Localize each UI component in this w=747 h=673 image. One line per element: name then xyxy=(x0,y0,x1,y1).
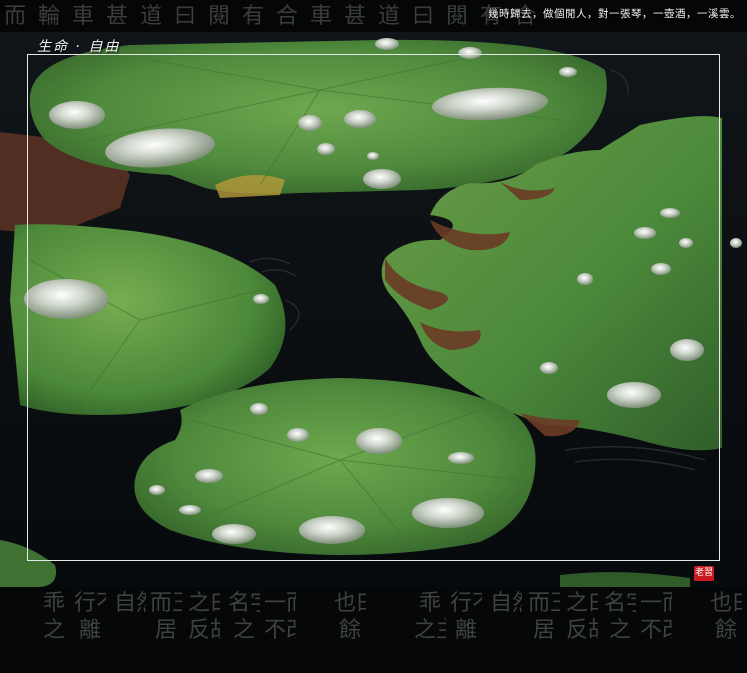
calligraphy-column: 自然 xyxy=(114,591,146,616)
calligraphy-column: 名字 之 xyxy=(228,591,260,643)
calligraphy-column: 乖 之 xyxy=(42,591,65,643)
poster-title: 生命 · 自由 xyxy=(37,39,121,55)
droplet xyxy=(298,115,322,131)
droplet xyxy=(299,516,365,544)
droplet xyxy=(540,362,558,374)
calligraphy-column: 而王 居 xyxy=(150,591,182,643)
droplet xyxy=(412,498,484,528)
droplet xyxy=(49,101,105,129)
droplet xyxy=(607,382,661,408)
droplet xyxy=(367,152,379,160)
calligraphy-column: 一而 不改 xyxy=(264,591,296,643)
calligraphy-column: 之曰 反故 xyxy=(188,591,220,643)
droplet xyxy=(212,524,256,544)
droplet xyxy=(730,238,742,248)
droplet xyxy=(559,67,577,77)
lotus-pond-scene xyxy=(0,32,747,673)
droplet xyxy=(195,469,223,483)
calligraphy-column: 也曰 餘 xyxy=(334,591,366,643)
red-seal-stamp: 老習 xyxy=(694,566,714,581)
droplet xyxy=(363,169,401,189)
droplet xyxy=(179,505,201,515)
droplet xyxy=(375,38,399,50)
droplet xyxy=(344,110,376,128)
poem-caption: 幾時歸去，做個閒人，對一張琴，一壺酒，一溪雲。 xyxy=(488,8,741,20)
calligraphy-column: 而王 居 xyxy=(528,591,560,643)
droplet xyxy=(253,294,269,304)
droplet xyxy=(458,47,482,59)
photo-poster: 而輪車甚道曰閱有合車甚道曰閱有合 乖 之 行 離 自 而 居 之 反 名 之 一… xyxy=(0,0,747,673)
calligraphy-column: 乖 之主 xyxy=(414,591,446,643)
droplet xyxy=(670,339,704,361)
droplet xyxy=(577,273,593,285)
calligraphy-column: 之曰 反故 xyxy=(566,591,598,643)
droplet xyxy=(24,279,108,319)
droplet xyxy=(149,485,165,495)
droplet xyxy=(679,238,693,248)
calligraphy-column: 行不 離 xyxy=(450,591,482,643)
droplet xyxy=(317,143,335,155)
droplet xyxy=(634,227,656,239)
calligraphy-column: 也曰 餘 xyxy=(710,591,742,643)
calligraphy-column: 一而 不改 xyxy=(640,591,672,643)
calligraphy-column: 行不 離 xyxy=(74,591,106,643)
droplet xyxy=(356,428,402,454)
droplet xyxy=(448,452,474,464)
droplet xyxy=(660,208,680,218)
calligraphy-column: 名字 之 xyxy=(604,591,636,643)
droplet xyxy=(287,428,309,442)
droplet xyxy=(250,403,268,415)
droplet xyxy=(651,263,671,275)
calligraphy-column: 自然 xyxy=(490,591,522,616)
